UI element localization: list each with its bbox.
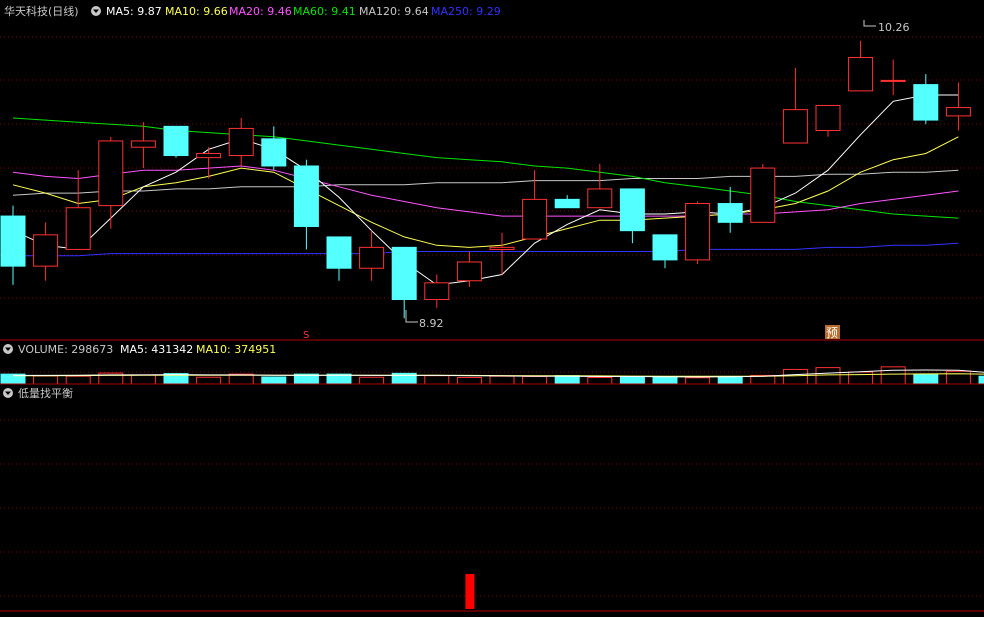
indicator-signal-bar (465, 574, 475, 609)
volume-bar (65, 375, 91, 385)
volume-bar (782, 368, 808, 385)
indicator-collapse-icon[interactable] (3, 388, 13, 398)
stock-chart: 华天科技(日线) MA5: 9.87 MA10: 9.66 MA20: 9.46… (0, 4, 984, 612)
candle-body (522, 198, 548, 240)
candle-body (880, 79, 906, 82)
candle-body (489, 246, 515, 250)
candle-body (619, 188, 645, 232)
indicator-label: 低量找平衡 (18, 386, 73, 400)
low-price-label: 8.92 (419, 317, 444, 330)
candle-body (163, 125, 189, 157)
volume-bar (652, 376, 678, 385)
candle-body (391, 246, 417, 301)
candle-body (65, 207, 91, 250)
ma5-label: MA5: 9.87 (106, 5, 162, 18)
chart-title: 华天科技(日线) (4, 4, 79, 18)
volume-bar (554, 375, 580, 385)
candle-body (424, 282, 450, 301)
candle-body (196, 152, 222, 159)
volume-bar (456, 377, 482, 385)
ma10-label: MA10: 9.66 (165, 5, 228, 18)
volume-bar (815, 367, 841, 385)
volume-ma10-label: MA10: 374951 (196, 343, 276, 356)
volume-bar (359, 376, 385, 385)
candle-body (945, 107, 971, 117)
candle-body (33, 234, 59, 267)
candle-body (913, 84, 939, 121)
ma120-label: MA120: 9.64 (359, 5, 429, 18)
collapse-toggle-icon[interactable] (91, 6, 101, 16)
volume-bar (424, 375, 450, 385)
ma120-line (12, 169, 959, 196)
candle-body (0, 215, 26, 267)
volume-bar (33, 375, 59, 385)
candle-body (130, 140, 156, 148)
high-price-label: 10.26 (878, 21, 910, 34)
candle-body (554, 198, 580, 209)
candle-body (815, 104, 841, 132)
candle-body (456, 261, 482, 282)
candlesticks (0, 40, 971, 319)
volume-ma5-label: MA5: 431342 (120, 343, 193, 356)
ma250-label: MA250: 9.29 (431, 5, 501, 18)
candle-body (685, 203, 711, 261)
volume-bars (0, 366, 984, 385)
volume-bar (978, 375, 984, 385)
ma20-line (12, 165, 959, 217)
ma10-line (12, 136, 959, 248)
candle-body (750, 167, 776, 223)
volume-bar (489, 375, 515, 385)
ma60-label: MA60: 9.41 (293, 5, 356, 18)
high-pointer (863, 20, 876, 27)
volume-bar (848, 371, 874, 385)
ma250-line (13, 242, 959, 257)
volume-bar (913, 373, 939, 385)
candle-body (98, 140, 124, 207)
candle-body (652, 234, 678, 261)
volume-collapse-icon[interactable] (3, 344, 13, 354)
volume-bar (717, 375, 743, 385)
sell-marker: S (303, 330, 309, 341)
candle-body (359, 246, 385, 269)
volume-label: VOLUME: 298673 (18, 343, 113, 356)
candle-body (587, 188, 613, 209)
volume-bar (196, 376, 222, 385)
ma20-label: MA20: 9.46 (229, 5, 292, 18)
candle-body (293, 165, 319, 227)
candle-body (848, 56, 874, 92)
low-pointer (405, 310, 418, 323)
volume-bar (619, 376, 645, 385)
volume-bar (587, 377, 613, 385)
volume-bar (685, 377, 711, 385)
candle-body (228, 127, 254, 157)
volume-bar (130, 374, 156, 385)
candle-body (782, 109, 808, 144)
volume-bar (880, 366, 906, 385)
candle-body (717, 203, 743, 223)
candle-body (326, 236, 352, 269)
candle-body (261, 138, 287, 167)
forecast-marker: 预 (826, 326, 838, 340)
volume-bar (945, 370, 971, 385)
volume-bar (261, 376, 287, 385)
volume-bar (522, 375, 548, 385)
indicator-bars (465, 574, 475, 609)
